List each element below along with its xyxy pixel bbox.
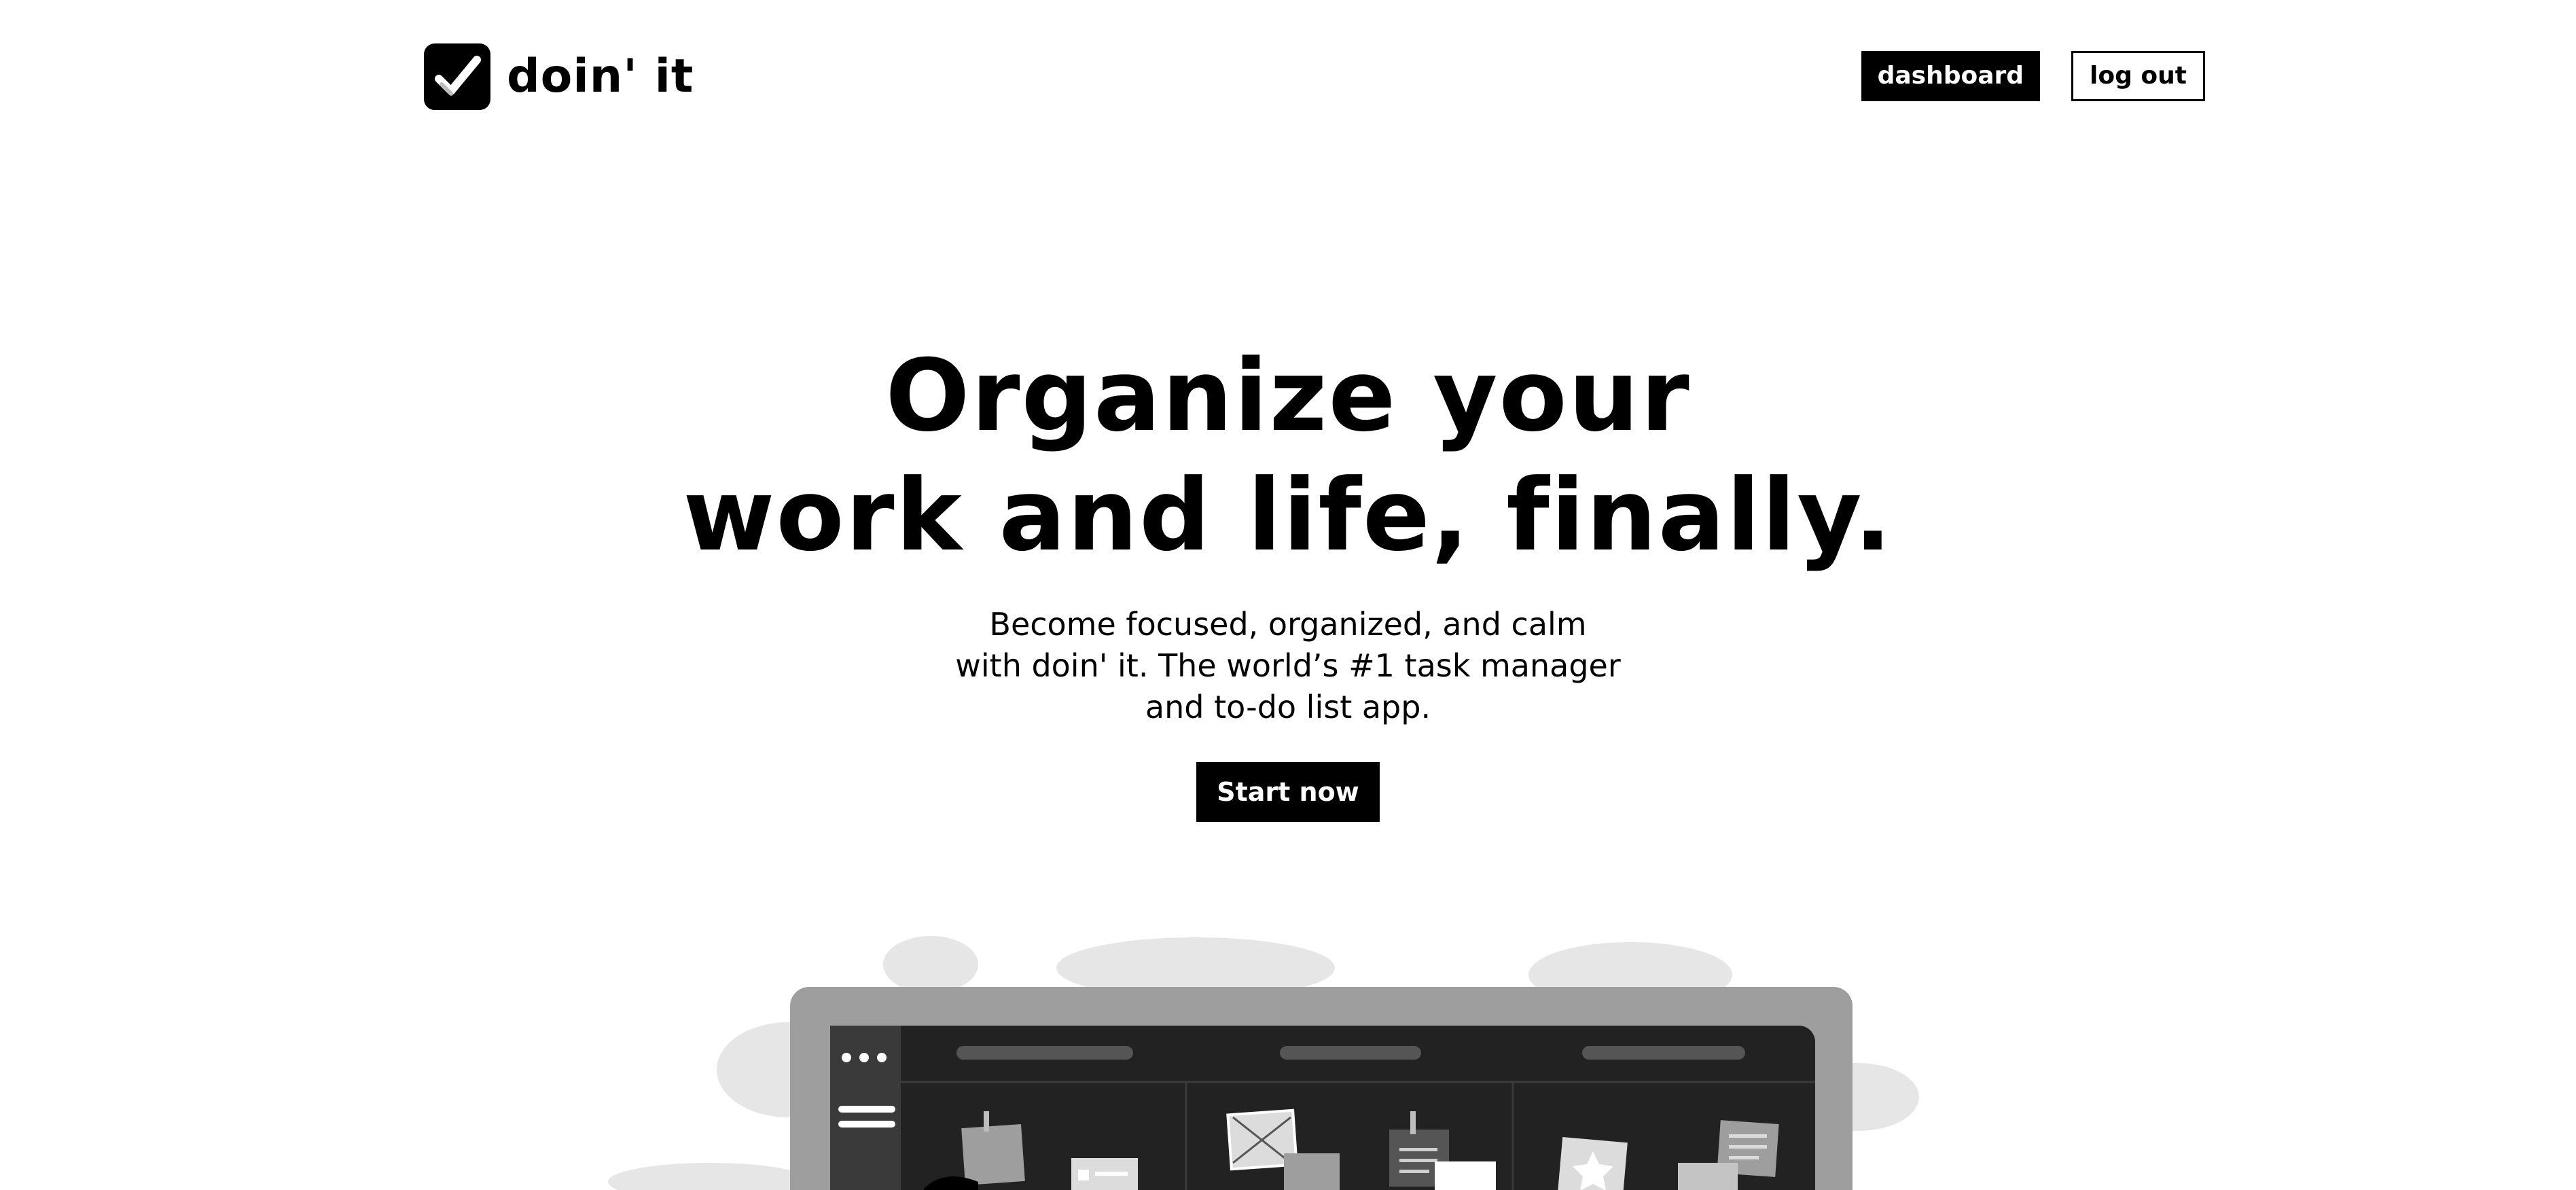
start-now-button[interactable]: Start now [1196, 762, 1380, 822]
dots-menu-icon [842, 1053, 851, 1062]
brand-name: doin' it [507, 50, 694, 103]
sticky-note [961, 1124, 1025, 1185]
hero-title-line-1: Organize your [885, 338, 1691, 454]
top-nav: dashboard log out [1861, 51, 2205, 101]
site-header: doin' it dashboard log out [0, 0, 2576, 156]
board-illustration [608, 936, 1919, 1190]
brand-logo[interactable]: doin' it [424, 43, 694, 111]
dashboard-button[interactable]: dashboard [1861, 51, 2041, 101]
hero-subtitle: Become focused, organized, and calm with… [955, 606, 1621, 725]
hero-title-line-2: work and life, finally. [683, 458, 1893, 573]
hero-title: Organize your work and life, finally. [0, 336, 2576, 575]
logout-button[interactable]: log out [2071, 51, 2205, 101]
hero-section: Organize your work and life, finally. Be… [0, 336, 2576, 822]
checkbox-check-icon [424, 43, 490, 110]
